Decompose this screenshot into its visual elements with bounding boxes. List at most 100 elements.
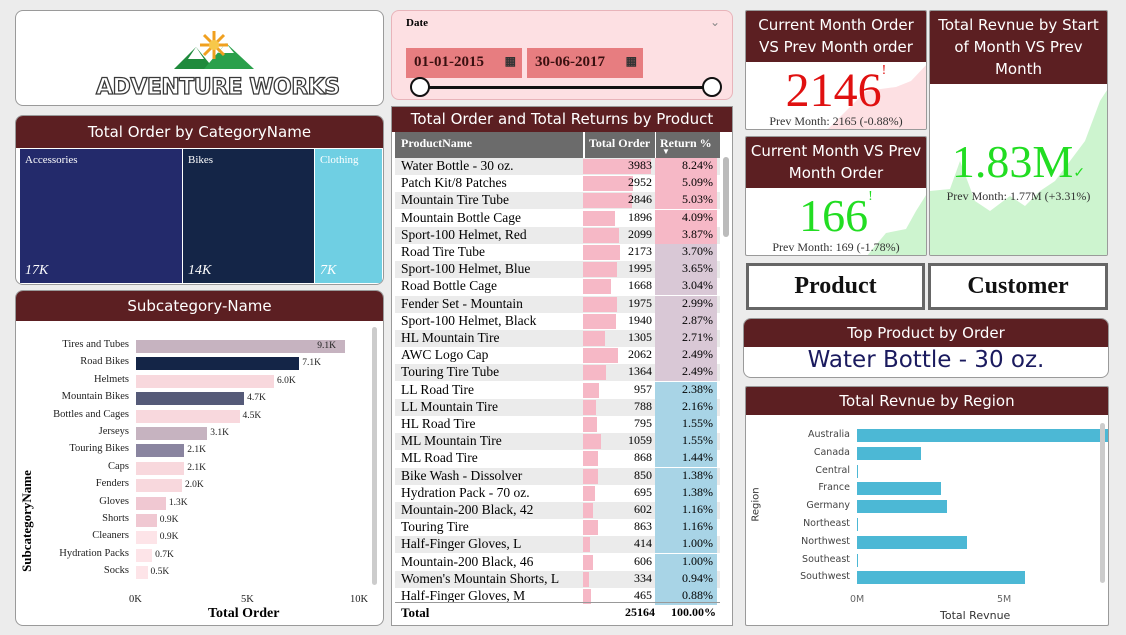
product-name-cell: Sport-100 Helmet, Red [401, 226, 527, 242]
subcategory-bar[interactable] [136, 461, 185, 475]
total-order-value: 1668 [628, 278, 652, 293]
subcategory-bar[interactable] [136, 427, 208, 440]
table-row[interactable]: Mountain-200 Black, 46 606 1.00% [395, 553, 720, 571]
region-chart-card: Total Revnue by Region Region Australia C… [745, 386, 1109, 626]
region-scrollbar[interactable] [1100, 423, 1105, 583]
table-row[interactable]: LL Mountain Tire 788 2.16% [395, 398, 720, 416]
region-bar[interactable] [857, 429, 1108, 442]
total-order-value: 602 [634, 502, 652, 516]
return-percent-cell: 1.38% [655, 484, 717, 502]
subcategory-bar[interactable] [136, 566, 148, 580]
warning-icon: ! [868, 189, 873, 204]
table-row[interactable]: Touring Tire Tube 1364 2.49% [395, 364, 720, 382]
table-row[interactable]: Road Bottle Cage 1668 3.04% [395, 278, 720, 296]
product-name-cell: Women's Mountain Shorts, L [401, 570, 560, 586]
region-bar[interactable] [857, 553, 858, 567]
table-row[interactable]: Water Bottle - 30 oz. 3983 8.24% [395, 158, 720, 175]
subcategory-bar-value: 4.5K [242, 410, 262, 421]
column-header-total-order[interactable]: Total Order [585, 132, 655, 158]
treemap-cell-bikes[interactable]: Bikes 14K [183, 149, 314, 283]
table-row[interactable]: Mountain-200 Black, 42 602 1.16% [395, 502, 720, 519]
end-date-input[interactable]: 30-06-2017 ▦ [527, 48, 643, 78]
total-order-cell: 602 [583, 502, 655, 519]
region-bar[interactable] [857, 518, 858, 531]
subcategory-bar[interactable] [136, 514, 157, 527]
product-name-cell: Touring Tire [401, 519, 469, 535]
total-order-databar [583, 503, 594, 518]
subcategory-bar[interactable] [136, 496, 166, 510]
subcategory-bar[interactable] [136, 340, 346, 353]
column-header-product[interactable]: ProductName [395, 132, 583, 158]
calendar-icon[interactable]: ▦ [626, 54, 637, 69]
customer-page-button[interactable]: Customer [928, 263, 1108, 310]
chevron-down-icon[interactable]: ⌄ [710, 15, 720, 30]
return-percent-cell: 5.03% [655, 192, 717, 210]
calendar-icon[interactable]: ▦ [505, 54, 516, 69]
date-range-end-handle[interactable] [702, 77, 722, 97]
subcategory-bar[interactable] [136, 409, 240, 423]
table-row[interactable]: Road Tire Tube 2173 3.70% [395, 244, 720, 261]
region-bar[interactable] [857, 464, 858, 478]
product-page-button[interactable]: Product [746, 263, 925, 310]
x-tick-10k: 10K [350, 594, 369, 605]
column-header-return[interactable]: Return % ▼ [656, 132, 720, 158]
total-order-value: 957 [634, 381, 652, 396]
total-order-databar [583, 210, 616, 226]
table-row[interactable]: Fender Set - Mountain 1975 2.99% [395, 295, 720, 313]
return-percent-cell: 1.55% [655, 416, 717, 433]
product-name-cell: Mountain-200 Black, 46 [401, 553, 534, 569]
total-order-cell: 2846 [583, 192, 655, 209]
subcategory-bar[interactable] [136, 531, 157, 545]
subcategory-scrollbar[interactable] [372, 327, 377, 585]
table-row[interactable]: Sport-100 Helmet, Black 1940 2.87% [395, 312, 720, 330]
region-bar[interactable] [857, 500, 947, 514]
total-return: 100.00% [671, 605, 716, 619]
table-row[interactable]: Sport-100 Helmet, Blue 1995 3.65% [395, 261, 720, 279]
treemap-cell-clothing[interactable]: Clothing 7K [315, 149, 382, 283]
subcategory-bar[interactable] [136, 374, 274, 388]
region-bar[interactable] [857, 571, 1026, 585]
region-bar[interactable] [857, 482, 942, 496]
table-row[interactable]: Sport-100 Helmet, Red 2099 3.87% [395, 226, 720, 244]
table-row[interactable]: Mountain Tire Tube 2846 5.03% [395, 192, 720, 210]
start-date-input[interactable]: 01-01-2015 ▦ [406, 48, 522, 78]
table-row[interactable]: ML Mountain Tire 1059 1.55% [395, 433, 720, 451]
total-order-value: 788 [634, 398, 652, 413]
table-row[interactable]: Touring Tire 863 1.16% [395, 519, 720, 537]
table-row[interactable]: Mountain Bottle Cage 1896 4.09% [395, 209, 720, 227]
table-row[interactable]: Bike Wash - Dissolver 850 1.38% [395, 467, 720, 485]
total-order-cell: 1975 [583, 296, 655, 313]
region-bar[interactable] [857, 446, 921, 460]
table-row[interactable]: HL Road Tire 795 1.55% [395, 416, 720, 433]
table-row[interactable]: Half-Finger Gloves, L 414 1.00% [395, 536, 720, 554]
region-bar[interactable] [857, 535, 968, 549]
table-row[interactable]: ML Road Tire 868 1.44% [395, 450, 720, 468]
total-order-databar [583, 176, 634, 192]
product-name-cell: Sport-100 Helmet, Blue [401, 261, 531, 277]
treemap-cell-accessories[interactable]: Accessories 17K [20, 149, 182, 283]
date-range-start-handle[interactable] [410, 77, 430, 97]
table-row[interactable]: HL Mountain Tire 1305 2.71% [395, 330, 720, 347]
return-percent-cell: 3.87% [655, 226, 717, 244]
subcategory-bar[interactable] [136, 392, 245, 406]
total-order-value: 795 [634, 416, 652, 430]
product-name-cell: ML Mountain Tire [401, 433, 502, 449]
region-label: Australia [807, 429, 850, 440]
subcategory-bar[interactable] [136, 444, 185, 458]
table-scrollbar[interactable] [723, 157, 729, 237]
table-row[interactable]: Hydration Pack - 70 oz. 695 1.38% [395, 484, 720, 502]
table-row[interactable]: Patch Kit/8 Patches 2952 5.09% [395, 175, 720, 193]
subcategory-bar-value: 0.9K [159, 532, 179, 543]
subcategory-bar[interactable] [136, 548, 153, 562]
subcategory-bar[interactable] [136, 357, 300, 371]
region-plot [857, 387, 1108, 587]
kpi-prev-month: Prev Month: 1.77M (+3.31%) [946, 189, 1091, 203]
table-row[interactable]: Women's Mountain Shorts, L 334 0.94% [395, 570, 720, 588]
total-order-cell: 795 [583, 416, 655, 433]
subcategory-bar[interactable] [136, 479, 182, 493]
kpi-revenue: Total Revnue by Start of Month VS Prev M… [929, 10, 1108, 256]
product-table-title: Total Order and Total Returns by Product [392, 107, 732, 132]
table-row[interactable]: AWC Logo Cap 2062 2.49% [395, 347, 720, 365]
table-row[interactable]: LL Road Tire 957 2.38% [395, 381, 720, 399]
total-order-databar [583, 537, 591, 553]
